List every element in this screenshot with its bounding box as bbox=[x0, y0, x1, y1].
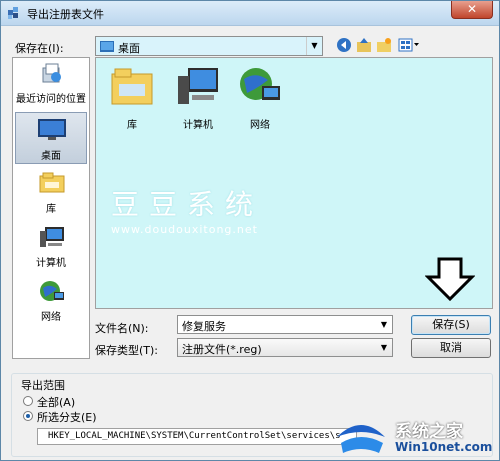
brand-name: 系统之家 bbox=[395, 422, 463, 442]
place-recent[interactable]: 最近访问的位置 bbox=[15, 60, 87, 112]
libraries-icon bbox=[39, 172, 65, 193]
computer-icon bbox=[40, 227, 64, 247]
place-network[interactable]: 网络 bbox=[15, 278, 87, 330]
brand-watermark: 系统之家 Win10net.com bbox=[331, 413, 499, 459]
close-button[interactable]: ✕ bbox=[451, 1, 493, 19]
file-item-libraries[interactable]: 库 bbox=[102, 64, 162, 131]
places-bar: 最近访问的位置 桌面 库 计算机 网络 bbox=[12, 57, 90, 359]
branch-path-input[interactable]: HKEY_LOCAL_MACHINE\SYSTEM\CurrentControl… bbox=[37, 428, 357, 445]
view-grid-icon bbox=[398, 38, 419, 52]
file-item-network[interactable]: 网络 bbox=[230, 64, 290, 131]
brand-logo-icon bbox=[337, 425, 385, 453]
window-title: 导出注册表文件 bbox=[27, 8, 104, 21]
back-button[interactable] bbox=[335, 37, 353, 55]
brand-site: Win10net.com bbox=[395, 440, 493, 454]
filename-value: 修复服务 bbox=[182, 320, 226, 333]
file-item-label: 库 bbox=[127, 120, 137, 131]
file-item-computer[interactable]: 计算机 bbox=[168, 64, 228, 131]
place-label: 计算机 bbox=[36, 258, 66, 269]
place-label: 库 bbox=[46, 204, 56, 215]
place-label: 网络 bbox=[41, 312, 61, 323]
down-arrow-icon bbox=[425, 257, 475, 301]
filename-input[interactable]: 修复服务 ▼ bbox=[177, 315, 393, 334]
close-icon: ✕ bbox=[466, 2, 478, 16]
export-branch-radio[interactable] bbox=[23, 411, 33, 421]
back-arrow-icon bbox=[337, 38, 351, 52]
place-libraries[interactable]: 库 bbox=[15, 170, 87, 222]
desktop-icon bbox=[100, 41, 114, 52]
computer-icon bbox=[178, 68, 218, 104]
filetype-value: 注册文件(*.reg) bbox=[182, 343, 262, 356]
desktop-icon bbox=[38, 119, 66, 140]
view-menu-button[interactable] bbox=[397, 37, 421, 55]
cancel-button[interactable]: 取消 bbox=[411, 338, 491, 358]
libraries-icon bbox=[111, 68, 153, 105]
title-bar: 导出注册表文件 ✕ bbox=[1, 1, 499, 26]
export-range-title: 导出范围 bbox=[19, 377, 67, 393]
export-all-radio[interactable] bbox=[23, 396, 33, 406]
export-branch-label[interactable]: 所选分支(E) bbox=[37, 409, 97, 425]
chevron-down-icon: ▼ bbox=[380, 343, 388, 352]
recent-places-icon bbox=[42, 63, 61, 83]
save-in-label: 保存在(I): bbox=[15, 42, 64, 55]
place-label: 桌面 bbox=[41, 151, 61, 162]
filetype-select[interactable]: 注册文件(*.reg) ▼ bbox=[177, 338, 393, 357]
place-computer[interactable]: 计算机 bbox=[15, 224, 87, 276]
network-icon bbox=[40, 281, 64, 301]
save-in-value: 桌面 bbox=[118, 42, 140, 55]
up-folder-button[interactable] bbox=[355, 37, 373, 55]
filetype-label: 保存类型(T): bbox=[95, 344, 159, 357]
chevron-down-icon: ▼ bbox=[306, 37, 322, 55]
up-folder-icon bbox=[357, 38, 371, 52]
place-desktop[interactable]: 桌面 bbox=[15, 112, 87, 164]
export-registry-dialog: 导出注册表文件 ✕ 保存在(I): 桌面 ▼ 最近访问的位置 桌面 库 计算机 … bbox=[0, 0, 500, 461]
place-label: 最近访问的位置 bbox=[16, 94, 86, 105]
registry-editor-icon bbox=[8, 7, 18, 19]
export-all-label[interactable]: 全部(A) bbox=[37, 394, 75, 410]
save-in-combo[interactable]: 桌面 ▼ bbox=[95, 36, 323, 56]
watermark-url: www.doudouxitong.net bbox=[111, 223, 258, 236]
file-item-label: 计算机 bbox=[183, 120, 213, 131]
watermark-text: 豆豆系统 bbox=[111, 188, 264, 221]
filename-label: 文件名(N): bbox=[95, 322, 149, 335]
new-folder-button[interactable] bbox=[375, 37, 393, 55]
chevron-down-icon[interactable]: ▼ bbox=[376, 316, 392, 333]
file-item-label: 网络 bbox=[250, 120, 270, 131]
new-folder-icon bbox=[377, 38, 391, 52]
save-button[interactable]: 保存(S) bbox=[411, 315, 491, 335]
network-icon bbox=[240, 68, 280, 100]
